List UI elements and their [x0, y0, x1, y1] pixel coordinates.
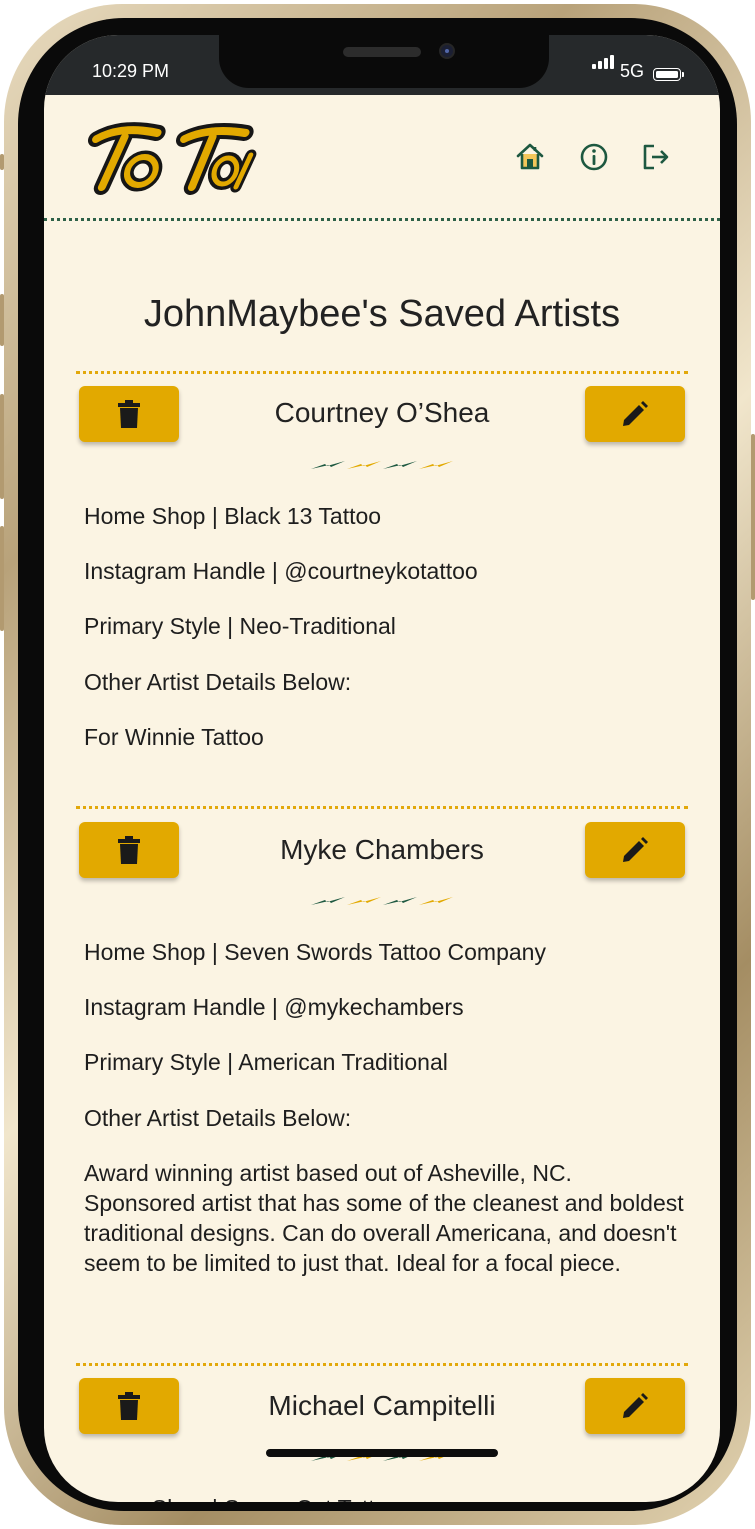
logout-icon[interactable]	[640, 141, 672, 173]
delete-artist-button[interactable]	[79, 1378, 179, 1434]
edit-artist-button[interactable]	[585, 1378, 685, 1434]
mute-switch	[0, 294, 4, 346]
home-icon[interactable]	[514, 141, 546, 173]
delete-artist-button[interactable]	[79, 822, 179, 878]
page-title: JohnMaybee's Saved Artists	[143, 293, 621, 335]
card-divider	[76, 371, 688, 374]
power-button	[751, 434, 755, 600]
artist-name: Courtney O’Shea	[274, 397, 490, 428]
home-indicator[interactable]	[266, 1449, 498, 1457]
artist-details: Award winning artist based out of Ashevi…	[84, 1160, 684, 1276]
pencil-icon	[623, 401, 648, 426]
artist-home-shop: Home Shop | Black 13 Tattoo	[84, 503, 382, 529]
screen: 10:29 PM 5G JohnMaybee's Saved Artists C…	[44, 35, 720, 1502]
notch	[219, 35, 549, 88]
card-divider	[76, 1363, 688, 1366]
artist-style: Primary Style | American Traditional	[84, 1049, 448, 1075]
trash-icon	[118, 836, 140, 864]
volume-up-button	[0, 394, 4, 499]
trash-icon	[118, 1392, 140, 1420]
pencil-icon	[623, 837, 648, 862]
edit-artist-button[interactable]	[585, 822, 685, 878]
edit-artist-button[interactable]	[585, 386, 685, 442]
card-divider	[76, 806, 688, 809]
artist-name: Michael Campitelli	[268, 1390, 496, 1421]
phone-frame: 10:29 PM 5G JohnMaybee's Saved Artists C…	[0, 4, 755, 1525]
delete-artist-button[interactable]	[79, 386, 179, 442]
front-camera	[439, 43, 455, 59]
trash-icon	[118, 400, 140, 428]
app-logo[interactable]	[80, 121, 260, 201]
speaker-grille	[343, 47, 421, 57]
battery-icon	[653, 68, 684, 81]
artist-home-shop: Home Shop | Seven Swords Tattoo Company	[84, 939, 546, 965]
artist-name: Myke Chambers	[280, 834, 484, 865]
artist-details-label: Other Artist Details Below:	[84, 669, 352, 695]
network-type: 5G	[620, 61, 645, 81]
artist-details-label: Other Artist Details Below:	[84, 1105, 352, 1131]
artist-style: Primary Style | Neo-Traditional	[84, 613, 396, 639]
app-header	[44, 95, 720, 221]
artist-details: For Winnie Tattoo	[84, 724, 264, 750]
logo-lettering-icon	[87, 122, 257, 195]
artist-instagram: Instagram Handle | @courtneykotattoo	[84, 558, 478, 584]
info-icon[interactable]	[578, 141, 610, 173]
artist-home-shop: Home Shop | Seven Cut Tattoo	[84, 1493, 684, 1502]
lightning-divider-icon	[309, 459, 454, 473]
pencil-icon	[623, 1393, 648, 1418]
lightning-divider-icon	[309, 895, 454, 909]
volume-down-button	[0, 526, 4, 631]
status-time: 10:29 PM	[92, 61, 170, 81]
artist-instagram: Instagram Handle | @mykechambers	[84, 994, 464, 1020]
side-button	[0, 154, 4, 170]
